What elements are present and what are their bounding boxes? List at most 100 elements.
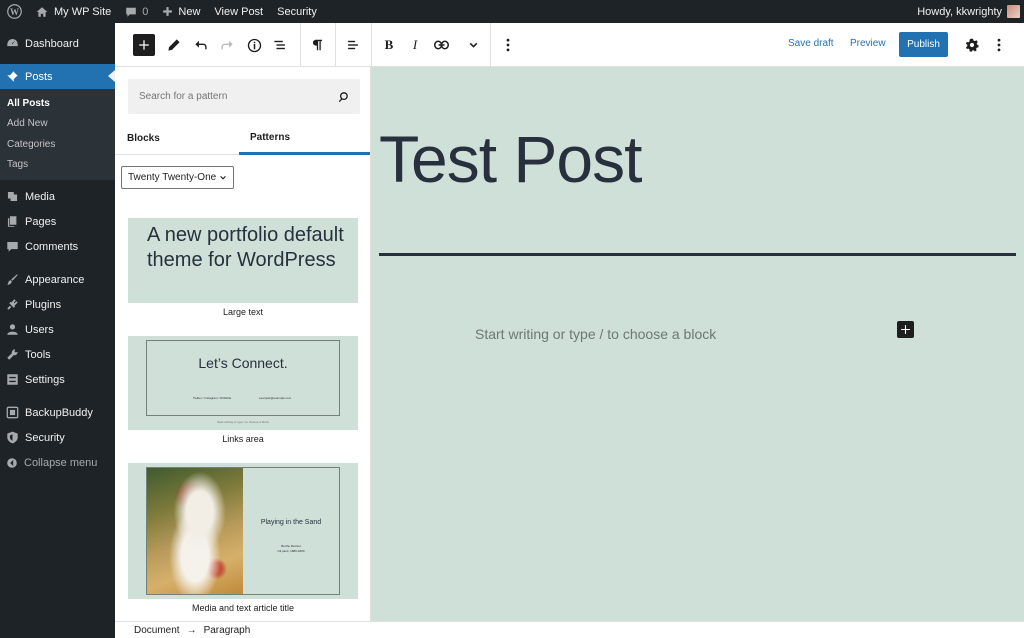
tab-blocks[interactable]: Blocks: [127, 123, 160, 154]
settings-button[interactable]: [961, 34, 983, 56]
dashboard-gauge-icon: [7, 38, 18, 47]
sidebar-item-appearance[interactable]: Appearance: [0, 267, 115, 292]
sidebar-item-label: Security: [25, 431, 65, 444]
toolbar-separator: [335, 23, 336, 67]
sidebar-item-label: Dashboard: [25, 37, 79, 50]
more-formats-button[interactable]: [462, 34, 484, 56]
italic-button[interactable]: I: [404, 34, 426, 56]
bold-button[interactable]: B: [378, 34, 400, 56]
bold-icon: B: [384, 37, 394, 52]
breadcrumb-document[interactable]: Document: [134, 625, 180, 636]
sidebar-item-label: BackupBuddy: [25, 406, 93, 419]
sidebar-item-label: Pages: [25, 215, 57, 228]
block-breadcrumb: Document → Paragraph: [115, 621, 1024, 638]
link-icon: [433, 40, 449, 50]
sidebar-item-dashboard[interactable]: Dashboard: [0, 31, 115, 56]
options-menu-button[interactable]: [988, 34, 1010, 56]
publish-button[interactable]: Publish: [899, 32, 948, 57]
admin-bar: W My WP Site 0 New View Post Security Ho…: [0, 0, 1024, 23]
paintbrush-icon: [7, 274, 18, 285]
tab-patterns[interactable]: Patterns: [239, 123, 370, 155]
tools-button[interactable]: [163, 34, 185, 56]
vertical-ellipsis-icon: [997, 38, 1001, 52]
new-content-link[interactable]: New: [155, 0, 207, 23]
block-options-button[interactable]: [497, 34, 519, 56]
block-type-button[interactable]: [306, 34, 328, 56]
sidebar-item-settings[interactable]: Settings: [0, 367, 115, 392]
sidebar-item-posts[interactable]: Posts: [0, 64, 115, 89]
greeting: Howdy, kkwrighty: [917, 5, 1002, 18]
home-icon: [36, 6, 48, 17]
plus-icon: [163, 7, 173, 16]
redo-button[interactable]: [216, 34, 238, 56]
plus-icon: [139, 40, 149, 50]
list-view-button[interactable]: [269, 34, 291, 56]
sidebar-item-users[interactable]: Users: [0, 317, 115, 342]
undo-button[interactable]: [190, 34, 212, 56]
inserter-tabs: Blocks Patterns: [115, 123, 370, 155]
submenu-item-all-posts[interactable]: All Posts: [0, 93, 115, 114]
posts-submenu: All Posts Add New Categories Tags: [0, 89, 115, 180]
sidebar-item-label: Comments: [25, 240, 79, 253]
gear-icon: [965, 38, 979, 52]
sidebar-item-pages[interactable]: Pages: [0, 209, 115, 234]
toolbar-separator: [490, 23, 491, 67]
pattern-large-text[interactable]: A new portfolio default theme for WordPr…: [128, 218, 358, 303]
sidebar-item-plugins[interactable]: Plugins: [0, 292, 115, 317]
pattern-preview-text: A new portfolio default theme for WordPr…: [147, 224, 344, 271]
sidebar-item-backupbuddy[interactable]: BackupBuddy: [0, 400, 115, 425]
separator-block[interactable]: [379, 253, 1016, 256]
site-name-link[interactable]: My WP Site: [29, 0, 118, 23]
sidebar-item-comments[interactable]: Comments: [0, 234, 115, 259]
submenu-item-add-new[interactable]: Add New: [0, 114, 115, 135]
media-icon: [7, 191, 18, 202]
inline-inserter-button[interactable]: [897, 321, 914, 338]
details-button[interactable]: [243, 34, 265, 56]
preview-button[interactable]: Preview: [850, 38, 886, 49]
account-menu[interactable]: Howdy, kkwrighty: [910, 0, 1024, 23]
search-icon: [338, 91, 348, 102]
italic-icon: I: [412, 37, 418, 52]
pattern-search-input[interactable]: Search for a pattern: [128, 79, 360, 114]
sidebar-item-media[interactable]: Media: [0, 184, 115, 209]
link-button[interactable]: [430, 34, 452, 56]
sidebar-item-label: Posts: [25, 70, 53, 83]
pattern-preview-frame: Playing in the Sand Berthe Morisot Oil p…: [146, 467, 340, 595]
block-inserter-toggle[interactable]: [133, 34, 155, 56]
breadcrumb-paragraph[interactable]: Paragraph: [204, 625, 251, 636]
sidebar-item-security[interactable]: Security: [0, 425, 115, 450]
sidebar-item-label: Settings: [25, 373, 65, 386]
site-name: My WP Site: [54, 5, 112, 18]
pattern-preview-links: Twitter / Instagram / Dribbble: [193, 396, 232, 400]
sidebar-item-tools[interactable]: Tools: [0, 342, 115, 367]
pattern-category-select[interactable]: Twenty Twenty-One: [121, 166, 234, 189]
collapse-arrow-icon: [7, 457, 17, 468]
comments-link[interactable]: 0: [118, 0, 155, 23]
comment-bubble-icon: [126, 7, 137, 17]
search-placeholder: Search for a pattern: [139, 91, 228, 102]
post-title[interactable]: Test Post: [379, 119, 642, 199]
undo-icon: [195, 40, 207, 50]
save-draft-button[interactable]: Save draft: [788, 38, 834, 49]
plug-icon: [7, 299, 18, 310]
pattern-label: Media and text article title: [191, 603, 295, 613]
security-label: Security: [277, 5, 317, 18]
pencil-icon: [168, 39, 180, 51]
align-button[interactable]: [342, 34, 364, 56]
shield-icon: [7, 431, 18, 444]
submenu-item-categories[interactable]: Categories: [0, 134, 115, 155]
pages-icon: [7, 216, 17, 227]
pattern-category-value: Twenty Twenty-One: [128, 172, 217, 183]
collapse-menu-button[interactable]: Collapse menu: [0, 450, 115, 475]
sidebar-item-label: Users: [25, 323, 54, 336]
pattern-links-area[interactable]: Let’s Connect. Twitter / Instagram / Dri…: [128, 336, 358, 430]
toolbar-separator: [300, 23, 301, 67]
view-post-link[interactable]: View Post: [207, 0, 270, 23]
submenu-item-tags[interactable]: Tags: [0, 155, 115, 176]
redo-icon: [221, 40, 233, 50]
wordpress-logo-icon[interactable]: W: [0, 0, 29, 23]
pattern-media-text[interactable]: Playing in the Sand Berthe Morisot Oil p…: [128, 463, 358, 599]
paragraph-placeholder[interactable]: Start writing or type / to choose a bloc…: [475, 326, 716, 342]
security-link[interactable]: Security: [270, 0, 324, 23]
arrow-right-icon: →: [186, 624, 197, 636]
